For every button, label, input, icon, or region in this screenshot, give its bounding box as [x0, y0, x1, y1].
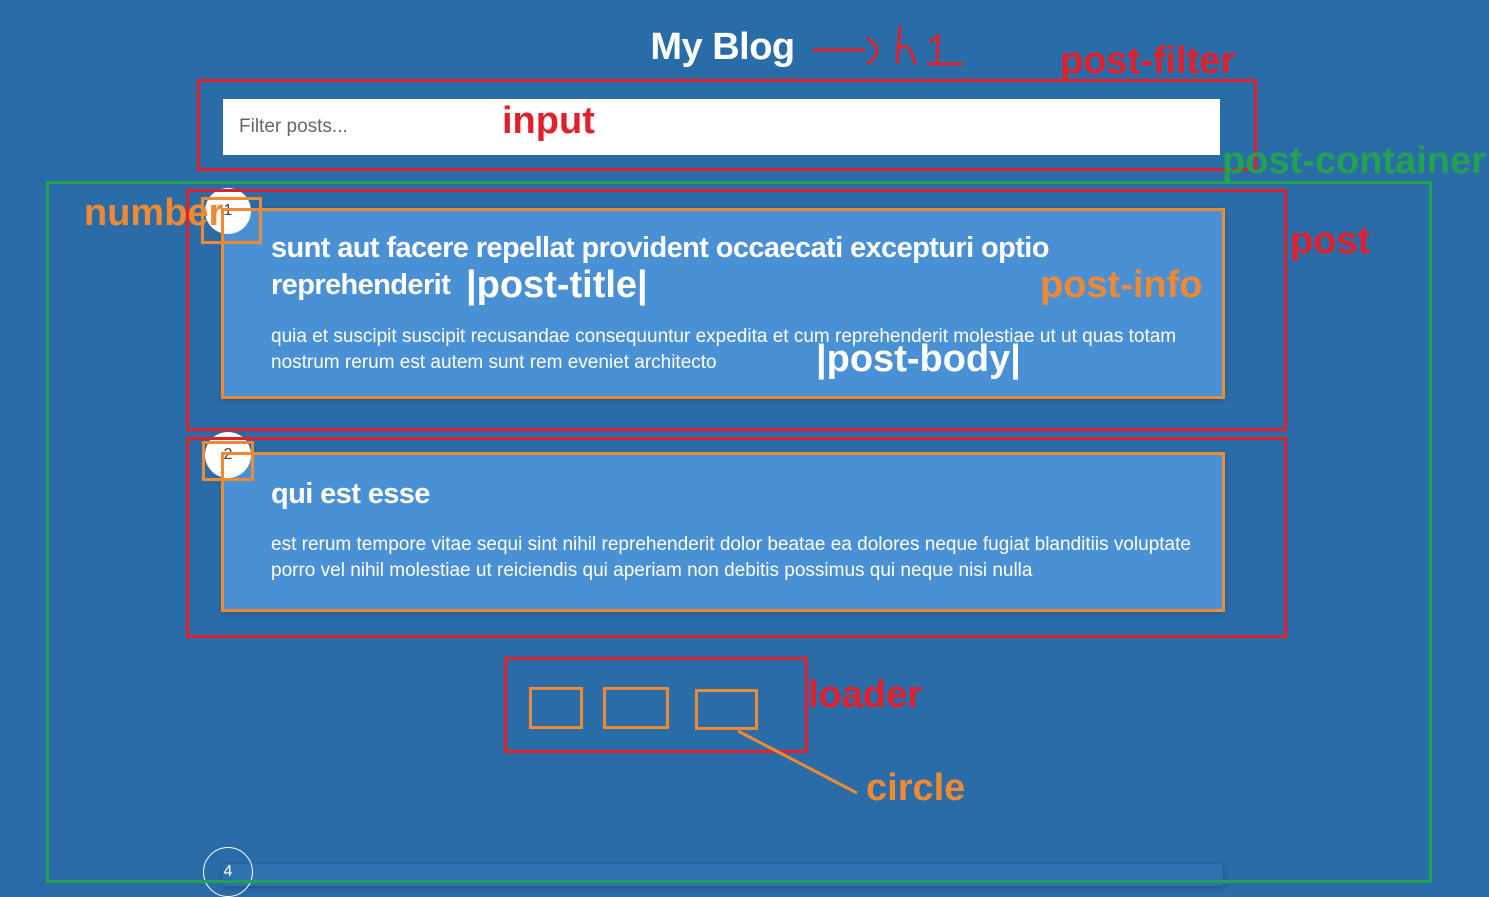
circle-annotation-box: [695, 689, 758, 730]
post-filter-annotation-box: [197, 79, 1257, 171]
post-title-annotation-label: |post-title|: [466, 264, 648, 306]
number-annotation-box: [202, 441, 254, 481]
h1-arrow-annotation: [813, 25, 963, 66]
post-info-annotation-label: post-info: [1040, 264, 1203, 306]
post-info-annotation-box: [221, 452, 1225, 612]
post-body-annotation-label: |post-body|: [816, 338, 1021, 380]
circle-annotation-box: [529, 687, 583, 729]
number-annotation-label: number: [84, 192, 224, 234]
loader-annotation-label: loader: [808, 674, 923, 716]
circle-annotation-label: circle: [866, 767, 966, 809]
circle-annotation-box: [603, 687, 669, 729]
post-container-annotation-label: post-container: [1222, 140, 1486, 182]
post-annotation-label: post: [1290, 220, 1371, 262]
circle-arrow-annotation: [737, 729, 858, 795]
post-filter-annotation-label: post-filter: [1060, 40, 1236, 82]
input-annotation-label: input: [502, 100, 595, 142]
